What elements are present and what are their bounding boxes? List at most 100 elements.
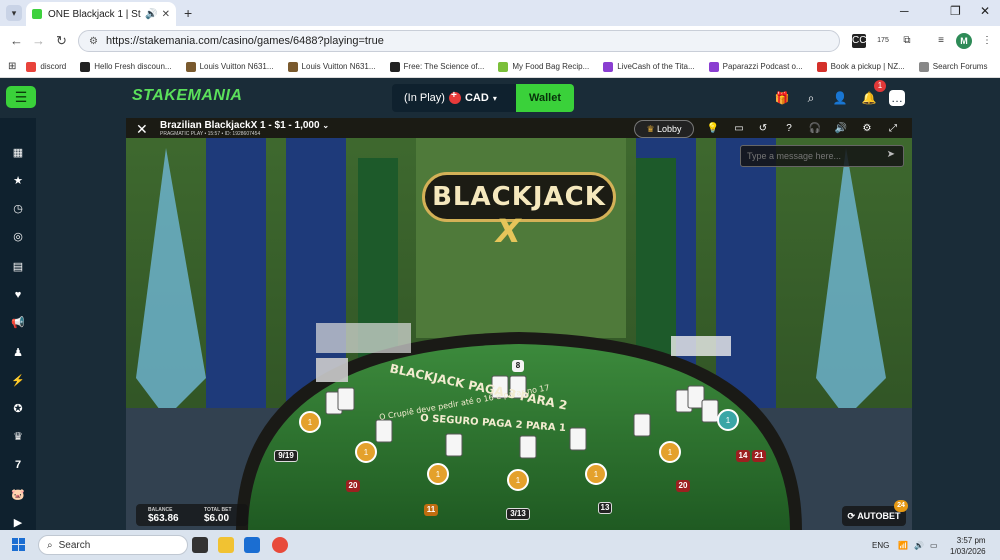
close-game-icon[interactable]: ✕ [136,121,148,138]
extensions-puzzle-icon[interactable]: ⧉ [900,34,914,48]
chip-value: 1 [594,470,599,479]
calendar-icon[interactable]: ▦ [11,146,25,160]
bookmark-item[interactable]: discord [26,61,66,72]
maximize-button[interactable]: ❐ [950,4,961,18]
chat-bubble-icon[interactable]: ▭ [732,122,746,136]
url-text: https://stakemania.com/casino/games/6488… [105,35,384,47]
bookmark-label: Book a pickup | NZ... [830,62,905,71]
close-window-button[interactable]: ✕ [980,4,990,18]
user-icon[interactable]: 👤 [832,90,848,106]
target-icon[interactable]: ◎ [11,230,25,244]
headset-icon[interactable]: 🎧 [808,122,822,136]
history-icon[interactable]: ↺ [756,122,770,136]
minimize-button[interactable]: ─ [900,4,909,18]
windows-start-icon[interactable] [12,538,26,552]
extension-icon[interactable]: CC [852,34,866,48]
tab-search-button[interactable]: ▾ [6,5,22,21]
volume-icon[interactable]: 🔊 [834,122,848,136]
volume-icon[interactable]: 🔊 [914,541,924,550]
sidebar: ▦ ★ ◷ ◎ ▤ ♥ 📢 ♟ ⚡ ✪ ♛ 7 🐷 ▶ [0,118,36,530]
taskbar-search[interactable]: ⌕ Search [38,535,188,555]
book-icon[interactable]: ▤ [11,260,25,274]
close-tab-icon[interactable]: ✕ [162,9,170,20]
help-icon[interactable]: ? [782,122,796,136]
new-tab-button[interactable]: + [184,5,192,21]
bookmark-item[interactable]: Free: The Science of... [389,61,485,72]
system-clock[interactable]: 3:57 pm 1/03/2026 [950,535,986,557]
lightning-icon[interactable]: ⚡ [11,374,25,388]
chat-icon[interactable]: … [889,90,905,106]
address-bar[interactable]: ⚙ https://stakemania.com/casino/games/64… [78,30,840,52]
lightbulb-icon[interactable]: 💡 [706,122,720,136]
heart-icon[interactable]: ♥ [11,288,25,302]
bookmark-item[interactable]: Paparazzi Podcast o... [708,61,803,72]
bookmark-item[interactable]: Louis Vuitton N631... [287,61,376,72]
page-background-left [36,118,126,530]
chip-value: 1 [308,418,313,427]
chip-icon[interactable]: ✪ [11,402,25,416]
extension-badge-icon[interactable]: 175 [876,34,890,48]
stakemania-logo[interactable]: STAKEMANIA [132,87,242,105]
bookmark-favicon-icon [389,61,400,72]
browser-tab[interactable]: ONE Blackjack 1 | StakeMania 🔊 ✕ [26,2,176,26]
playing-card [445,433,463,457]
crown-icon[interactable]: ♛ [11,430,25,444]
bookmark-label: Free: The Science of... [403,62,485,71]
chevron-down-icon: ⌄ [322,121,330,130]
clock-time: 3:57 pm [956,536,986,545]
gift-icon[interactable]: 🎁 [774,90,790,106]
autobet-count: 24 [894,500,908,512]
lobby-button[interactable]: ♛ Lobby [634,120,694,138]
back-button[interactable]: ← [10,33,23,48]
forward-button[interactable]: → [32,33,45,48]
playing-card [633,413,651,437]
bookmark-item[interactable]: My Food Bag Recip... [498,61,589,72]
wallet-button[interactable]: Wallet [516,84,574,112]
bookmark-favicon-icon [80,61,91,72]
wifi-icon[interactable]: 📶 [898,541,908,550]
playing-card [519,435,537,459]
chess-piece-icon[interactable]: ♟ [11,346,25,360]
media-control-icon[interactable]: ≡ [934,34,948,48]
search-icon[interactable]: ⌕ [803,90,819,106]
seat-score-1: 9/19 [274,450,298,462]
piggy-bank-icon[interactable]: 🐷 [11,488,25,502]
bookmark-item[interactable]: Book a pickup | NZ... [816,61,905,72]
bookmark-favicon-icon [26,61,37,72]
reload-button[interactable]: ↻ [56,33,67,49]
star-icon[interactable]: ★ [11,174,25,188]
chrome-menu-icon[interactable]: ⋮ [980,34,994,48]
card-shoe [316,323,411,353]
seat-score-4: 3/13 [506,508,530,520]
app-drop-icon[interactable] [244,537,260,553]
bookmark-item[interactable]: Hello Fresh discoun... [80,61,172,72]
chrome-icon[interactable] [272,537,288,553]
fullscreen-icon[interactable]: ⤢ [886,122,900,136]
language-indicator[interactable]: ENG [872,541,889,550]
play-icon[interactable]: ▶ [11,516,25,530]
bookmark-item[interactable]: Search Forums [918,61,987,72]
balance-selector[interactable]: (In Play) CAD ▾ [392,84,516,112]
settings-gear-icon[interactable]: ⚙ [860,122,874,136]
sidebar-toggle-button[interactable]: ☰ [6,86,36,108]
chip-value: 1 [668,448,673,457]
bookmark-item[interactable]: Louis Vuitton N631... [185,61,274,72]
megaphone-icon[interactable]: 📢 [11,316,25,330]
bookmark-item[interactable]: LiveCash of the Tita... [603,61,695,72]
task-view-icon[interactable] [192,537,208,553]
file-explorer-icon[interactable] [218,537,234,553]
clock-icon[interactable]: ◷ [11,202,25,216]
game-iframe[interactable]: 1111111 ✕ Brazilian BlackjackX 1 - $1 - … [126,118,912,530]
chat-input[interactable] [741,146,871,166]
speaker-icon[interactable]: 🔊 [145,9,157,20]
chip-value: 1 [516,476,521,485]
send-icon[interactable]: ➤ [887,149,895,160]
battery-icon[interactable]: ▭ [930,541,938,550]
site-info-icon[interactable]: ⚙ [89,36,98,47]
seven-icon[interactable]: 7 [11,458,25,472]
game-title[interactable]: Brazilian BlackjackX 1 - $1 - 1,000 ⌄ [160,120,329,131]
bell-icon[interactable]: 🔔 [861,90,877,106]
profile-avatar[interactable]: M [956,33,972,49]
apps-grid-icon[interactable]: ⊞ [8,61,16,72]
seat-score-6: 20 [676,480,690,492]
